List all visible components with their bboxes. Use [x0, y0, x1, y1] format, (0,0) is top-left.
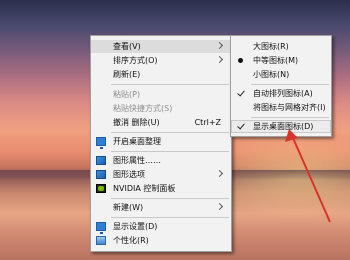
- submenu-item-medium-icons[interactable]: 中等图标(M): [231, 54, 331, 67]
- menu-separator: [111, 198, 229, 199]
- submenu-item-large-icons[interactable]: 大图标(R): [231, 40, 331, 53]
- menu-item-label: 中等图标(M): [253, 56, 299, 65]
- menu-item-paste-shortcut[interactable]: 粘贴快捷方式(S): [91, 102, 231, 115]
- menu-item-label: 个性化(R): [113, 236, 149, 245]
- menu-item-sort-by[interactable]: 排序方式(O): [91, 54, 231, 67]
- submenu-item-align-to-grid[interactable]: 将图标与网格对齐(I): [231, 101, 331, 114]
- menu-item-new[interactable]: 新建(W): [91, 201, 231, 214]
- menu-item-label: 大图标(R): [253, 42, 289, 51]
- menu-item-label: 开启桌面整理: [113, 137, 161, 146]
- check-icon: [237, 121, 245, 130]
- menu-item-display-settings[interactable]: 显示设置(D): [91, 220, 231, 234]
- menu-item-label: 图形属性……: [113, 156, 161, 165]
- view-submenu: 大图标(R) 中等图标(M) 小图标(N) 自动排列图标(A) 将图标与网格对齐…: [230, 35, 332, 137]
- menu-item-paste[interactable]: 粘贴(P): [91, 88, 231, 101]
- menu-item-view[interactable]: 查看(V): [91, 40, 231, 53]
- menu-item-label: NVIDIA 控制面板: [113, 184, 176, 193]
- menu-item-label: 显示设置(D): [113, 222, 158, 231]
- submenu-item-small-icons[interactable]: 小图标(N): [231, 68, 331, 81]
- menu-item-nvidia-control-panel[interactable]: NVIDIA 控制面板: [91, 182, 231, 195]
- display-settings-icon: [96, 222, 106, 234]
- submenu-item-show-desktop-icons[interactable]: 显示桌面图标(D): [231, 120, 331, 133]
- graphics-icon: [96, 170, 106, 179]
- graphics-icon: [96, 156, 106, 165]
- nvidia-icon: [96, 184, 106, 193]
- submenu-arrow-icon: [215, 202, 224, 211]
- menu-separator: [111, 84, 229, 85]
- menu-separator: [111, 151, 229, 152]
- menu-item-undo-delete[interactable]: 撤消 删除(U) Ctrl+Z: [91, 116, 231, 129]
- menu-item-shortcut: Ctrl+Z: [194, 118, 221, 127]
- submenu-arrow-icon: [215, 55, 224, 64]
- menu-item-label: 查看(V): [113, 42, 141, 51]
- submenu-arrow-icon: [215, 169, 224, 178]
- menu-item-label: 将图标与网格对齐(I): [253, 103, 326, 112]
- menu-item-label: 小图标(N): [253, 70, 290, 79]
- menu-item-label: 排序方式(O): [113, 56, 158, 65]
- submenu-item-auto-arrange[interactable]: 自动排列图标(A): [231, 87, 331, 100]
- desktop-organizer-icon: [96, 137, 106, 149]
- check-icon: [237, 88, 245, 97]
- menu-item-label: 显示桌面图标(D): [253, 122, 314, 131]
- menu-item-graphics-options[interactable]: 图形选项: [91, 168, 231, 181]
- menu-item-label: 粘贴(P): [113, 90, 141, 99]
- menu-item-label: 图形选项: [113, 170, 145, 179]
- personalize-icon: [96, 236, 106, 245]
- menu-item-label: 粘贴快捷方式(S): [113, 104, 173, 113]
- menu-item-label: 刷新(E): [113, 70, 141, 79]
- menu-item-label: 撤消 删除(U): [113, 118, 160, 127]
- submenu-arrow-icon: [215, 41, 224, 50]
- menu-item-graphics-properties[interactable]: 图形属性……: [91, 154, 231, 167]
- menu-separator: [251, 84, 329, 85]
- radio-selected-icon: [238, 58, 243, 63]
- menu-item-desktop-organizer[interactable]: 开启桌面整理: [91, 135, 231, 149]
- desktop-context-menu: 查看(V) 排序方式(O) 刷新(E) 粘贴(P) 粘贴快捷方式(S) 撤消 删…: [90, 35, 232, 252]
- menu-item-personalize[interactable]: 个性化(R): [91, 234, 231, 247]
- menu-item-label: 新建(W): [113, 203, 144, 212]
- menu-separator: [251, 117, 329, 118]
- menu-separator: [111, 132, 229, 133]
- menu-item-label: 自动排列图标(A): [253, 89, 313, 98]
- menu-separator: [111, 217, 229, 218]
- menu-item-refresh[interactable]: 刷新(E): [91, 68, 231, 81]
